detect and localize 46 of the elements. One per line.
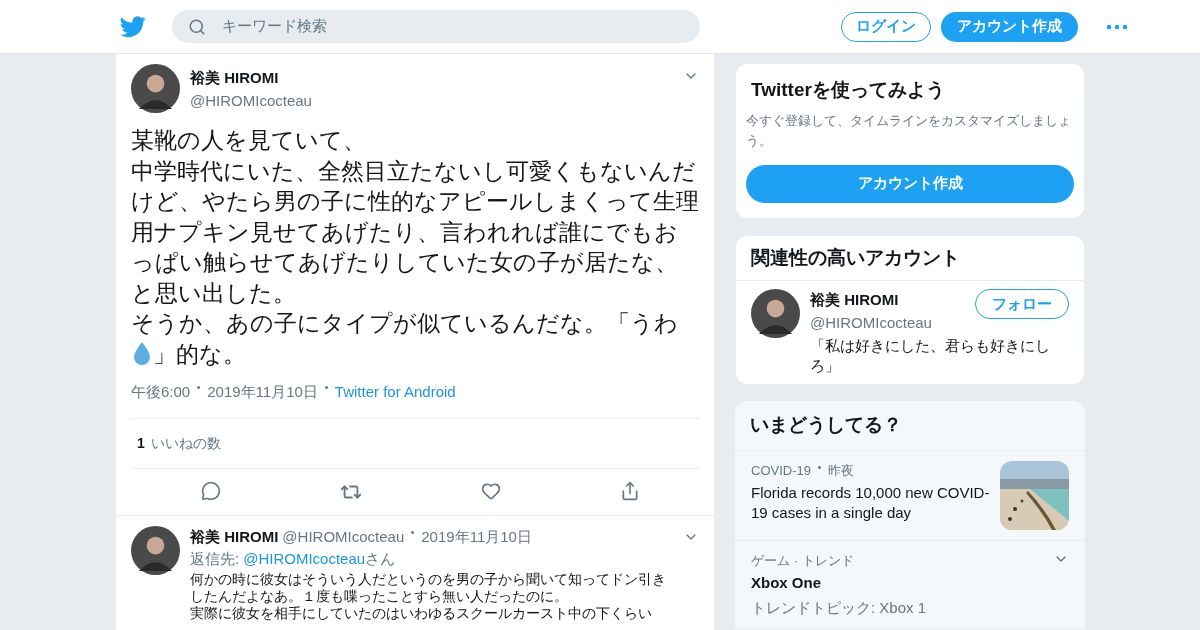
user-bio: 「私は好きにした、君らも好きにしろ」 [810, 336, 1050, 376]
mention-link[interactable]: @HIROMIcocteau [243, 548, 366, 571]
search-placeholder: キーワード検索 [222, 16, 327, 37]
avatar [131, 64, 180, 113]
user-name[interactable]: 裕美 HIROMI [190, 67, 673, 90]
trend-topic: COVID-19 [751, 461, 811, 480]
reply-to-label: 返信先: [190, 549, 240, 569]
more-icon[interactable] [1106, 23, 1128, 30]
bird-logo-icon[interactable] [120, 15, 146, 38]
news-headline[interactable]: Florida records 10,000 new COVID-19 cases in a single day [751, 483, 992, 523]
user-handle[interactable]: @HIROMIcocteau [190, 89, 673, 112]
like-label[interactable]: いいねの数 [150, 432, 221, 454]
tweet-text: そうか、あの子にタイプが似ているんだな。「うわ [131, 310, 678, 336]
like-count[interactable]: 1 [137, 432, 145, 454]
tweet-text: 中学時代にいた、全然目立たないし可愛くもないんだけど、やたら男の子に性的なアピールしまくって生理用ナプキン見せてあげたり、言われれば誰にでもおっぱい触らせてあげたりしていた女の子が居たな、と思い出した。 [131, 157, 699, 306]
user-name[interactable]: 裕美 HIROMI [190, 525, 279, 548]
trend-subtitle: トレンドトピック: Xbox 1 [751, 597, 928, 618]
tweet-date: 2019年11月10日 [207, 382, 318, 402]
reply-text: 何かの時に彼女はそういう人だというのを男の子から聞いて知ってドン引きしたんだよなあ。１度も喋ったことすら無い人だったのに。 [190, 570, 667, 605]
source-link[interactable]: Twitter for Android [334, 381, 456, 404]
avatar [751, 289, 800, 338]
droplet-icon [132, 340, 152, 365]
reply-date[interactable]: 2019年11月10日 [421, 525, 532, 548]
card-description: 今すぐ登録して、タイムラインをカスタマイズしましょう。 [746, 111, 1072, 150]
reply-text: 実際に彼女を相手にしていたのはいわゆるスクールカースト中の下くらい [190, 604, 653, 622]
heart-icon[interactable] [480, 480, 501, 501]
tweet-text: 某靴の人を見ていて、 [131, 127, 366, 153]
tweet-time: 午後6:00 [131, 382, 191, 402]
login-button[interactable]: ログイン [841, 11, 931, 42]
signup-button[interactable]: アカウント作成 [941, 11, 1078, 42]
search-field[interactable]: キーワード検索 [172, 10, 700, 43]
card-title: Twitterを使ってみよう [750, 78, 946, 102]
search-icon [188, 17, 206, 36]
card-title: 関連性の高いアカウント [736, 235, 1084, 281]
avatar [131, 525, 180, 575]
trend-time: 昨夜 [827, 461, 854, 480]
tweet-text: 」的な。 [153, 340, 246, 367]
signup-button[interactable]: アカウント作成 [746, 164, 1074, 203]
user-handle[interactable]: @HIROMIcocteau [810, 311, 975, 334]
trend-name[interactable]: Xbox One [751, 572, 1053, 595]
card-title: いまどうしてる？ [735, 401, 1085, 451]
honorific: さん [365, 549, 396, 569]
reply-icon[interactable] [200, 480, 221, 501]
trend-category: ゲーム · トレンド [751, 551, 855, 570]
user-name[interactable]: 裕美 HIROMI [810, 289, 975, 312]
user-handle[interactable]: @HIROMIcocteau [282, 525, 405, 548]
